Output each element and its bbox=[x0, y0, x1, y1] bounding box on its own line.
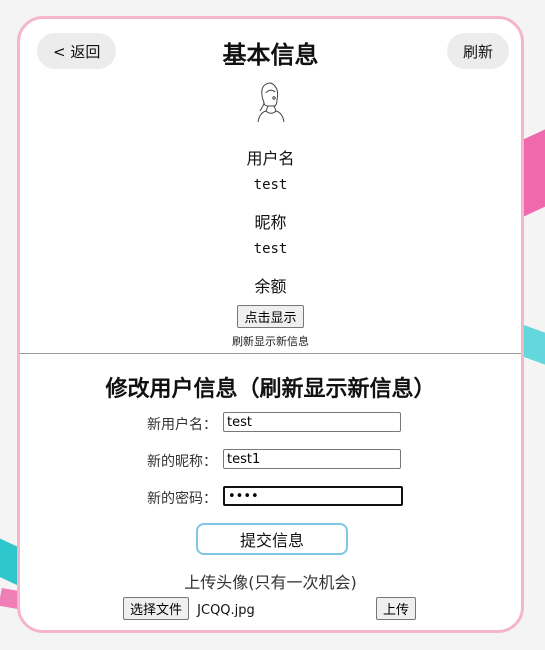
upload-avatar-title: 上传头像(只有一次机会) bbox=[184, 573, 357, 592]
nickname-value: test bbox=[253, 241, 288, 257]
refresh-hint: 刷新显示新信息 bbox=[232, 335, 309, 348]
page-title: 基本信息 bbox=[222, 41, 319, 69]
username-label: 用户名 bbox=[246, 149, 295, 168]
user-info-card: < 返回 基本信息 刷新 用户名 test 昵称 test 余额 点击显示 刷新… bbox=[17, 16, 524, 633]
section-divider bbox=[20, 353, 521, 354]
upload-button[interactable]: 上传 bbox=[376, 597, 417, 620]
choose-file-button[interactable]: 选择文件 bbox=[123, 597, 190, 620]
new-username-label: 新用户名： bbox=[147, 417, 217, 433]
balance-label: 余额 bbox=[254, 277, 287, 296]
file-picker: 选择文件 JCQQ.jpg bbox=[123, 597, 255, 620]
refresh-button[interactable]: 刷新 bbox=[446, 33, 509, 69]
new-username-row: 新用户名： bbox=[20, 412, 521, 434]
edit-section-title: 修改用户信息（刷新显示新信息） bbox=[105, 377, 436, 402]
selected-file-name: JCQQ.jpg bbox=[197, 603, 255, 618]
new-nickname-input[interactable] bbox=[223, 449, 401, 469]
new-password-label: 新的密码： bbox=[147, 491, 217, 507]
new-nickname-label: 新的昵称： bbox=[147, 454, 217, 470]
new-username-input[interactable] bbox=[223, 412, 401, 432]
submit-button[interactable]: 提交信息 bbox=[196, 523, 348, 555]
new-nickname-row: 新的昵称： bbox=[20, 449, 521, 471]
new-password-input[interactable] bbox=[223, 486, 403, 506]
username-value: test bbox=[253, 177, 288, 193]
show-balance-button[interactable]: 点击显示 bbox=[237, 305, 304, 328]
avatar bbox=[257, 82, 285, 123]
nickname-label: 昵称 bbox=[254, 213, 287, 232]
new-password-row: 新的密码： bbox=[20, 486, 521, 508]
